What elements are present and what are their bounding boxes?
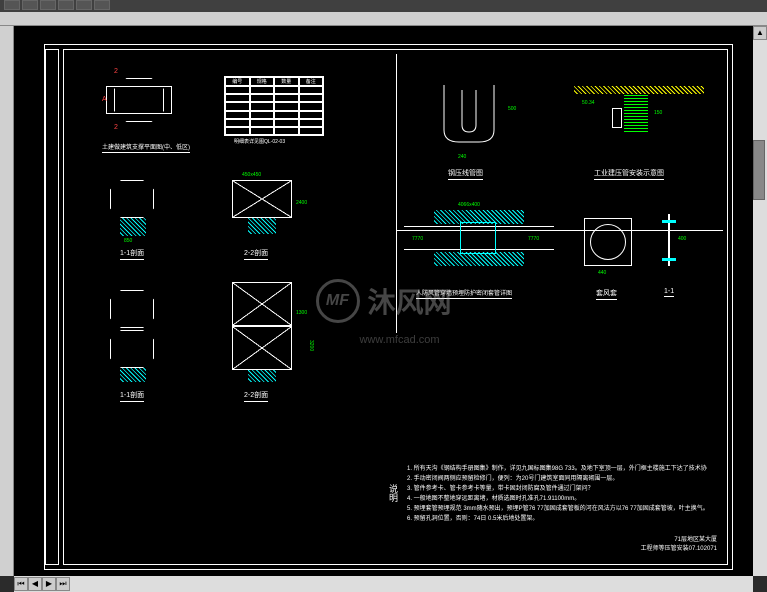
section-2-2b-title: 2-2剖面 [244, 390, 268, 402]
drawing-border-outer: 2 2 A 土建做建筑支撑平面图(中、低区) 编号 规格 数量 备注 明细表详见… [44, 44, 733, 570]
note-line: 4. 一般地图不整地穿远距离堵，材质选图时孔准孔71.91100mm。 [407, 494, 707, 504]
dim-1300: 1300 [296, 310, 307, 316]
note-line: 1. 所有天沟《钢结构手册图集》制作，详见九国标图集98G 733。及地下室顶一… [407, 464, 707, 474]
sleeve-wall-bot [434, 252, 524, 266]
watermark-url: www.mfcad.com [359, 334, 439, 346]
drawing-border-inner: 2 2 A 土建做建筑支撑平面图(中、低区) 编号 规格 数量 备注 明细表详见… [63, 49, 728, 565]
section-flange-b [662, 258, 676, 261]
dim-3200: 3200 [308, 340, 314, 351]
dim-850: 850 [124, 238, 132, 244]
titleblock-line1: 71层地区某大厦 [627, 534, 717, 543]
section-mark-a: A [102, 96, 107, 103]
titleblock-line2: 工程师等压管安装07.102071 [627, 543, 717, 552]
pipe-clamp [612, 108, 622, 128]
drawing-canvas[interactable]: 2 2 A 土建做建筑支撑平面图(中、低区) 编号 规格 数量 备注 明细表详见… [14, 26, 753, 576]
section-1-1b-title: 1-1剖面 [120, 390, 144, 402]
nav-first-icon[interactable]: ⏮ [14, 577, 28, 591]
table-footer: 明细表详见图QL-02-03 [234, 138, 285, 145]
sleeve-title: 人防风管穿墙预埋防护密闭套管详图 [416, 288, 512, 299]
table-header: 规格 [250, 77, 275, 86]
note-line: 2. 手动密闭阀两侧应预留检修门，便列：为20号门建筑室面同用隔离砌围一层。 [407, 474, 707, 484]
note-line: 3. 管件参考卡、管卡参考卡等量，带卡固封闭防腐及管件通过门架问？ [407, 484, 707, 494]
wall-hatch [624, 94, 648, 134]
scrollbar-horizontal[interactable]: ⏮ ◀ ▶ ⏭ [14, 576, 753, 592]
section-1-1-title: 1-1剖面 [120, 248, 144, 260]
dim-440: 440 [598, 270, 606, 276]
scroll-thumb-v[interactable] [753, 140, 765, 200]
section-mark-2b: 2 [114, 124, 118, 131]
ruler-vertical [0, 26, 14, 576]
dim-400: 400 [678, 236, 686, 242]
nav-prev-icon[interactable]: ◀ [28, 577, 42, 591]
tool-icon[interactable] [94, 0, 110, 10]
table-header: 数量 [274, 77, 299, 86]
dim-7770-l: 7770 [412, 236, 423, 242]
table-cell [225, 86, 250, 94]
notes-title: 说明 [387, 484, 400, 502]
notes-block: 说明 1. 所有天沟《钢结构手册图集》制作，详见九国标图集98G 733。及地下… [407, 464, 707, 524]
dim-450: 450x450 [242, 172, 261, 178]
dim-150: 150 [654, 110, 662, 116]
note-line: 5. 预埋套管预埋规范 3mm随水预出，预埋P管76 77加固成套管板的河在风法… [407, 504, 707, 514]
section-2-2-title: 2-2剖面 [244, 248, 268, 260]
parts-table: 编号 规格 数量 备注 [224, 76, 324, 136]
tool-icon[interactable] [40, 0, 56, 10]
tool-icon[interactable] [58, 0, 74, 10]
dim-5034: 50.34 [582, 100, 595, 106]
ubolt-detail [434, 80, 504, 150]
section-1-1b-oct [110, 290, 154, 328]
section-hatch [120, 218, 146, 236]
dim-240: 240 [458, 154, 466, 160]
note-line: 6. 预留孔洞位置，否则：74日 0.5米后地处置架。 [407, 514, 707, 524]
ubolt-title: 钢压线管图 [448, 168, 483, 180]
dim-4066: 4066x400 [458, 202, 480, 208]
table-header: 备注 [299, 77, 324, 86]
ubolt-svg [434, 80, 504, 150]
section-2-2-box [232, 180, 292, 218]
circle-opening [590, 224, 626, 260]
title-block: 71层地区某大厦 工程师等压管安装07.102071 [627, 534, 717, 556]
section-2-2b-box1 [232, 282, 292, 326]
section-2-2b-hatch [248, 370, 276, 382]
tool-icon[interactable] [4, 0, 20, 10]
section-2-2-hatch [248, 218, 276, 234]
toolbar [0, 0, 767, 12]
ruler-horizontal [0, 12, 767, 26]
section-hatch-b [120, 368, 146, 382]
divider-vertical [396, 54, 397, 333]
install-title: 工业建压管安装示意图 [594, 168, 664, 180]
table-header: 编号 [225, 77, 250, 86]
dim-2400: 2400 [296, 200, 307, 206]
binding-margin [45, 49, 59, 565]
tab-bar: ⏮ ◀ ▶ ⏭ [14, 576, 70, 592]
section-1-1-oct [110, 180, 154, 218]
plan-title: 土建做建筑支撑平面图(中、低区) [102, 142, 190, 153]
tool-icon[interactable] [76, 0, 92, 10]
dim-7770-r: 7770 [528, 236, 539, 242]
dim-500: 500 [508, 106, 516, 112]
section-flange-t [662, 220, 676, 223]
bar-title: 1-1 [664, 288, 674, 297]
section-1-1b-oct2 [110, 330, 154, 368]
square-title: 套风套 [596, 288, 617, 300]
sleeve-flange [460, 222, 496, 254]
scroll-up-icon[interactable]: ▲ [753, 26, 767, 40]
section-2-2b-box2 [232, 326, 292, 370]
scrollbar-vertical[interactable]: ▲ [753, 26, 767, 576]
section-mark-2: 2 [114, 68, 118, 75]
plan-rect [106, 86, 172, 114]
nav-next-icon[interactable]: ▶ [42, 577, 56, 591]
nav-last-icon[interactable]: ⏭ [56, 577, 70, 591]
tool-icon[interactable] [22, 0, 38, 10]
slab-hatch [574, 86, 704, 94]
